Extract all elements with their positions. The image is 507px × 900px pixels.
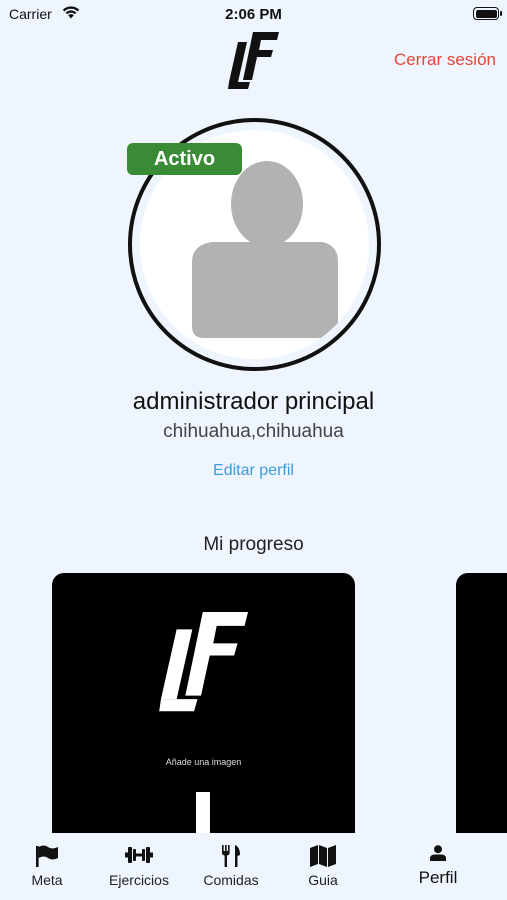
tab-guia[interactable]: Guia xyxy=(286,833,360,900)
battery-icon xyxy=(473,7,502,20)
status-time: 2:06 PM xyxy=(225,6,282,23)
progress-card-next[interactable] xyxy=(456,573,507,833)
edit-profile-link[interactable]: Editar perfil xyxy=(0,462,507,480)
status-badge: Activo xyxy=(127,143,242,175)
progress-card[interactable]: Añade una imagen xyxy=(52,573,355,833)
map-icon xyxy=(310,845,336,872)
user-location: chihuahua,chihuahua xyxy=(163,421,344,442)
status-bar: Carrier 2:06 PM xyxy=(0,0,507,28)
logout-button[interactable]: Cerrar sesión xyxy=(394,50,496,70)
tab-label: Meta xyxy=(31,872,63,888)
tab-label: Ejercicios xyxy=(109,872,169,888)
tab-comidas[interactable]: Comidas xyxy=(194,833,268,900)
tab-meta[interactable]: Meta xyxy=(10,833,84,900)
tab-label: Guia xyxy=(308,872,338,888)
dumbbell-icon xyxy=(125,845,153,870)
card-logo xyxy=(152,605,257,718)
user-name: administrador principal xyxy=(132,388,375,415)
flag-icon xyxy=(35,845,59,872)
add-image-caption: Añade una imagen xyxy=(165,757,242,767)
card-indicator xyxy=(196,792,210,833)
tab-bar: Meta Ejercicios Comidas Guia Perfil xyxy=(0,833,507,900)
person-icon xyxy=(430,845,446,866)
tab-label: Comidas xyxy=(203,872,259,888)
progress-section-title: Mi progreso xyxy=(203,534,304,555)
app-logo xyxy=(228,28,280,95)
utensils-icon xyxy=(221,845,241,872)
tab-perfil[interactable]: Perfil xyxy=(400,833,476,900)
tab-ejercicios[interactable]: Ejercicios xyxy=(99,833,179,900)
tab-label: Perfil xyxy=(418,868,458,887)
